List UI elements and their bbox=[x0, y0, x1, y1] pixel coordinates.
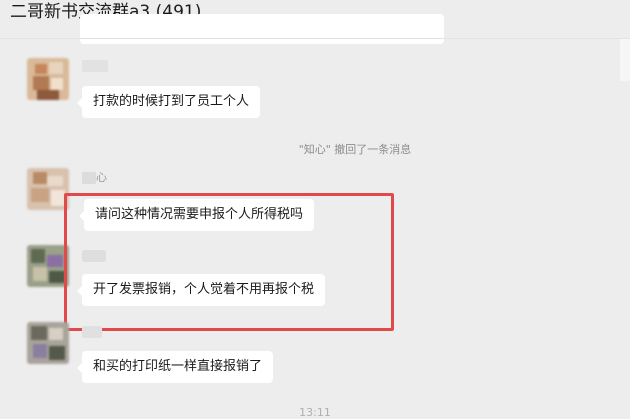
highlight-box bbox=[64, 193, 394, 331]
message-text: 打款的时候打到了员工个人 bbox=[93, 94, 250, 109]
avatar[interactable] bbox=[27, 168, 69, 210]
scrollbar[interactable] bbox=[620, 39, 630, 81]
message-bubble[interactable]: 和买的打印纸一样直接报销了 bbox=[76, 351, 274, 383]
message-bubble[interactable]: 打款的时候打到了员工个人 bbox=[76, 86, 261, 118]
avatar[interactable] bbox=[27, 322, 69, 364]
avatar[interactable] bbox=[27, 58, 69, 100]
sender-name: 心 bbox=[96, 171, 107, 184]
avatar[interactable] bbox=[27, 245, 69, 287]
previous-message-bubble[interactable] bbox=[80, 14, 444, 44]
sender-name-blurred bbox=[82, 172, 96, 184]
message-timestamp: 13:11 bbox=[299, 406, 331, 419]
message-text: 和买的打印纸一样直接报销了 bbox=[93, 359, 263, 374]
sender-name-blurred bbox=[82, 60, 108, 72]
recall-notice: "知心" 撤回了一条消息 bbox=[298, 143, 412, 156]
header-divider bbox=[0, 38, 630, 39]
sender-name-blurred bbox=[82, 326, 102, 338]
